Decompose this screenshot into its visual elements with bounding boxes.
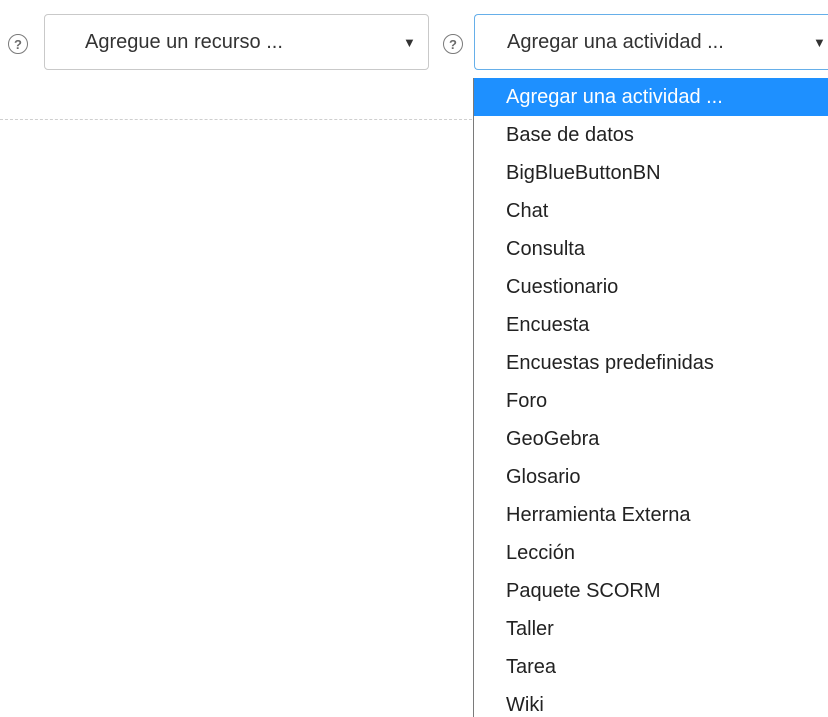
dropdown-option[interactable]: Base de datos [474, 116, 828, 154]
dropdown-option[interactable]: Tarea [474, 648, 828, 686]
add-activity-dropdown-list[interactable]: Agregar una actividad ... Base de datos Bi… [473, 78, 828, 717]
dropdown-option[interactable]: Chat [474, 192, 828, 230]
dropdown-option[interactable]: Lección [474, 534, 828, 572]
activity-help-icon[interactable]: ? [443, 34, 463, 54]
dropdown-option[interactable]: Encuestas predefinidas [474, 344, 828, 382]
dropdown-option-selected[interactable]: Agregar una actividad ... [474, 78, 828, 116]
dropdown-option[interactable]: Herramienta Externa [474, 496, 828, 534]
add-resource-select[interactable]: Agregue un recurso ... ▼ [44, 14, 429, 70]
dropdown-option[interactable]: Consulta [474, 230, 828, 268]
dropdown-option[interactable]: Cuestionario [474, 268, 828, 306]
dropdown-option[interactable]: Encuesta [474, 306, 828, 344]
course-editing-page: ? Agregue un recurso ... ▼ ? Agregar una… [0, 0, 828, 717]
add-resource-select-value: Agregue un recurso ... [85, 30, 283, 53]
dropdown-option[interactable]: GeoGebra [474, 420, 828, 458]
resource-help-icon[interactable]: ? [8, 34, 28, 54]
add-resource-chevron-down-icon: ▼ [403, 34, 416, 50]
dropdown-option[interactable]: Taller [474, 610, 828, 648]
add-activity-select-value: Agregar una actividad ... [507, 30, 724, 53]
dropdown-option[interactable]: Paquete SCORM [474, 572, 828, 610]
section-divider [0, 119, 472, 120]
dropdown-option[interactable]: Foro [474, 382, 828, 420]
add-activity-select[interactable]: Agregar una actividad ... ▼ [474, 14, 828, 70]
dropdown-option[interactable]: Glosario [474, 458, 828, 496]
dropdown-option[interactable]: BigBlueButtonBN [474, 154, 828, 192]
add-activity-chevron-down-icon: ▼ [813, 34, 826, 50]
dropdown-option[interactable]: Wiki [474, 686, 828, 717]
